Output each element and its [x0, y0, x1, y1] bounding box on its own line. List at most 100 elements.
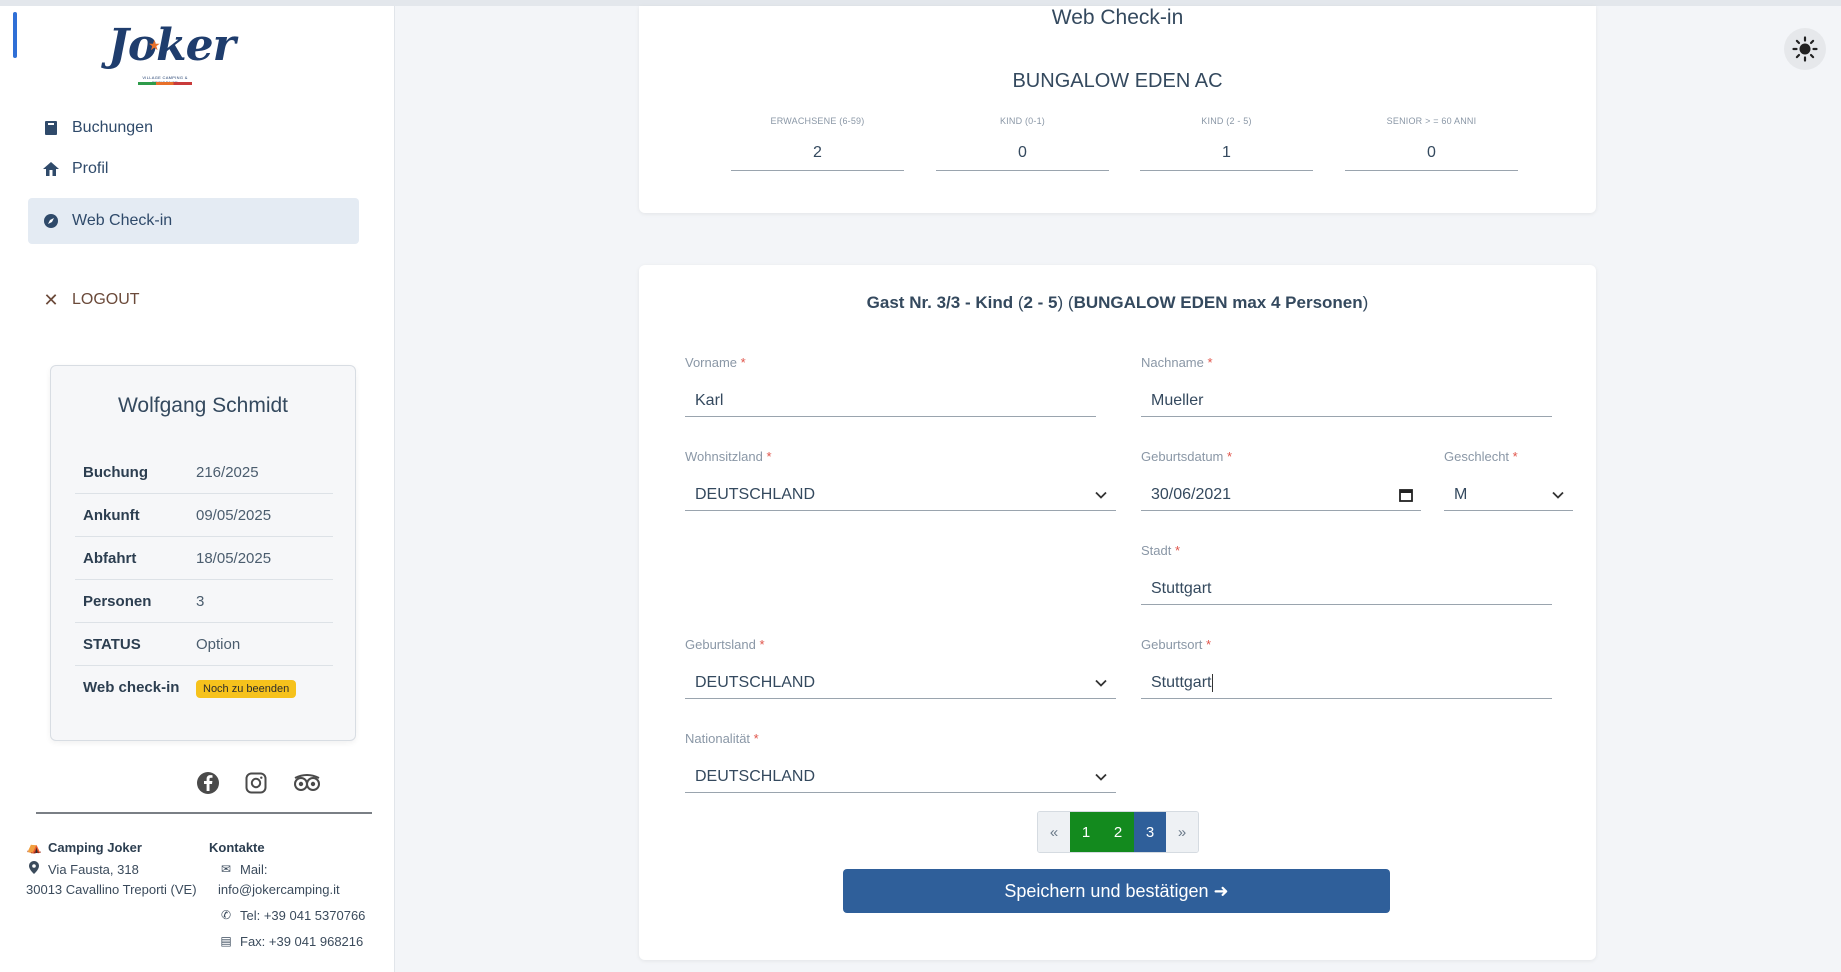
address-block: ⛺ Camping Joker Via Fausta, 318 30013 Ca…	[26, 836, 206, 900]
mail-address-line: info@jokercamping.it	[209, 878, 409, 900]
status-badge: Noch zu beenden	[196, 680, 297, 698]
field-label: Vorname *	[685, 355, 746, 370]
nachname-input[interactable]: Mueller	[1141, 385, 1552, 417]
row-key: Ankunft	[83, 506, 140, 524]
table-row: Ankunft 09/05/2025	[75, 494, 333, 537]
nationalitaet-select[interactable]: DEUTSCHLAND	[685, 761, 1116, 793]
home-icon	[42, 160, 60, 178]
sun-icon	[1792, 36, 1818, 62]
count-label: KIND (0-1)	[999, 116, 1045, 126]
chevron-down-icon	[1095, 773, 1107, 781]
field-label: Nationalität *	[685, 731, 759, 746]
geschlecht-field: Geschlecht * M	[1444, 449, 1573, 511]
nachname-field: Nachname * Mueller	[1141, 355, 1552, 417]
vorname-input[interactable]: Karl	[685, 385, 1096, 417]
address-street: Via Fausta, 318	[48, 861, 139, 877]
title-part: BUNGALOW EDEN max 4 Personen	[1073, 293, 1363, 312]
count-kind-2-5: KIND (2 - 5) 1	[1140, 116, 1313, 171]
booking-info-table: Buchung 216/2025 Ankunft 09/05/2025 Abfa…	[75, 451, 333, 709]
geburtsland-select[interactable]: DEUTSCHLAND	[685, 667, 1116, 699]
mail-label: Mail:	[240, 861, 268, 877]
fax-line: ▤ Fax: +39 041 968216	[209, 930, 409, 952]
geburtsdatum-input[interactable]: 30/06/2021	[1141, 479, 1421, 511]
row-key: Web check-in	[83, 679, 180, 696]
footer-divider	[36, 812, 372, 814]
table-row: Web check-in Noch zu beenden	[75, 666, 333, 709]
count-value: 2	[731, 130, 904, 171]
pagination-prev[interactable]: «	[1038, 812, 1070, 852]
save-confirm-button[interactable]: Speichern und bestätigen ➜	[843, 869, 1390, 913]
sidebar-item-label: Profil	[72, 160, 109, 177]
checkin-summary-card: Web Check-in BUNGALOW EDEN AC ERWACHSENE…	[639, 6, 1596, 213]
logout-label: LOGOUT	[72, 291, 140, 308]
unit-name: BUNGALOW EDEN AC	[1012, 70, 1223, 92]
instagram-icon[interactable]	[244, 771, 268, 795]
pagination-page-2[interactable]: 2	[1102, 812, 1134, 852]
camp-name-line: ⛺ Camping Joker	[26, 836, 206, 858]
stadt-input[interactable]: Stuttgart	[1141, 573, 1552, 605]
social-links	[196, 771, 320, 795]
logout-button[interactable]: ✕ LOGOUT	[28, 277, 359, 323]
camp-name: Camping Joker	[48, 839, 142, 855]
joker-logo[interactable]: Joker ★ VILLAGE CAMPING & RESIDENCE	[108, 20, 236, 92]
count-value: 0	[936, 130, 1109, 171]
logo-star-icon: ★	[148, 37, 161, 53]
field-label: Geburtsort *	[1141, 637, 1212, 652]
contacts-title-line: Kontakte	[209, 836, 409, 858]
title-part: 2 - 5	[1023, 293, 1058, 312]
chevron-down-icon	[1095, 491, 1107, 499]
table-row: Personen 3	[75, 580, 333, 623]
row-value: 3	[196, 592, 205, 610]
count-erwachsene: ERWACHSENE (6-59) 2	[731, 116, 904, 171]
pagination-page-3[interactable]: 3	[1134, 812, 1166, 852]
title-part: )	[1362, 293, 1369, 312]
tent-icon: ⛺	[26, 840, 42, 854]
count-kind-0-1: KIND (0-1) 0	[936, 116, 1109, 171]
nationalitaet-field: Nationalität * DEUTSCHLAND	[685, 731, 1116, 793]
sidebar-item-web-checkin[interactable]: Web Check-in	[28, 198, 359, 244]
guest-name: Wolfgang Schmidt	[117, 394, 289, 417]
field-label: Geburtsdatum *	[1141, 449, 1233, 464]
title-part: (	[1013, 293, 1024, 312]
count-senior: SENIOR > = 60 ANNI 0	[1345, 116, 1518, 171]
location-pin-icon	[26, 861, 42, 877]
count-label: SENIOR > = 60 ANNI	[1386, 116, 1477, 126]
address-city-line: 30013 Cavallino Treporti (VE)	[26, 878, 206, 900]
title-part: Gast Nr. 3/3 - Kind	[866, 293, 1014, 312]
calendar-icon[interactable]	[1399, 488, 1413, 502]
contacts-title: Kontakte	[209, 839, 265, 855]
row-value: 09/05/2025	[196, 506, 272, 524]
pagination-next[interactable]: »	[1166, 812, 1198, 852]
geburtsort-input[interactable]: Stuttgart	[1141, 667, 1552, 699]
sidebar-item-label: Web Check-in	[72, 212, 173, 229]
chevron-down-icon	[1552, 491, 1564, 499]
tel-link[interactable]: Tel: +39 041 5370766	[240, 908, 365, 923]
fax-number: Fax: +39 041 968216	[240, 933, 364, 949]
field-label: Geburtsland *	[685, 637, 765, 652]
geburtsort-field: Geburtsort * Stuttgart	[1141, 637, 1552, 699]
row-key: STATUS	[83, 635, 141, 653]
count-label: KIND (2 - 5)	[1201, 116, 1252, 126]
pagination-page-1[interactable]: 1	[1070, 812, 1102, 852]
sidebar-item-profil[interactable]: Profil	[28, 146, 359, 192]
field-label: Wohnsitzland *	[685, 449, 772, 464]
sidebar-item-buchungen[interactable]: Buchungen	[28, 105, 359, 151]
sidebar: Joker ★ VILLAGE CAMPING & RESIDENCE Buch…	[0, 6, 395, 972]
contacts-block: Kontakte ✉ Mail: info@jokercamping.it ✆ …	[209, 836, 409, 952]
geburtsland-field: Geburtsland * DEUTSCHLAND	[685, 637, 1116, 699]
facebook-icon[interactable]	[196, 771, 220, 795]
active-indicator	[13, 12, 17, 58]
page-title: Web Check-in	[1051, 6, 1184, 29]
logo-color-bar	[138, 82, 192, 85]
tripadvisor-icon[interactable]	[292, 771, 320, 795]
geschlecht-select[interactable]: M	[1444, 479, 1573, 511]
tel-line: ✆ Tel: +39 041 5370766	[209, 904, 409, 926]
table-row: Abfahrt 18/05/2025	[75, 537, 333, 580]
field-label: Nachname *	[1141, 355, 1213, 370]
wohnsitzland-select[interactable]: DEUTSCHLAND	[685, 479, 1116, 511]
mail-line: ✉ Mail:	[209, 858, 409, 880]
theme-toggle-button[interactable]	[1784, 28, 1826, 70]
mail-link[interactable]: info@jokercamping.it	[218, 882, 340, 897]
count-label: ERWACHSENE (6-59)	[770, 116, 865, 126]
book-icon	[42, 119, 60, 137]
